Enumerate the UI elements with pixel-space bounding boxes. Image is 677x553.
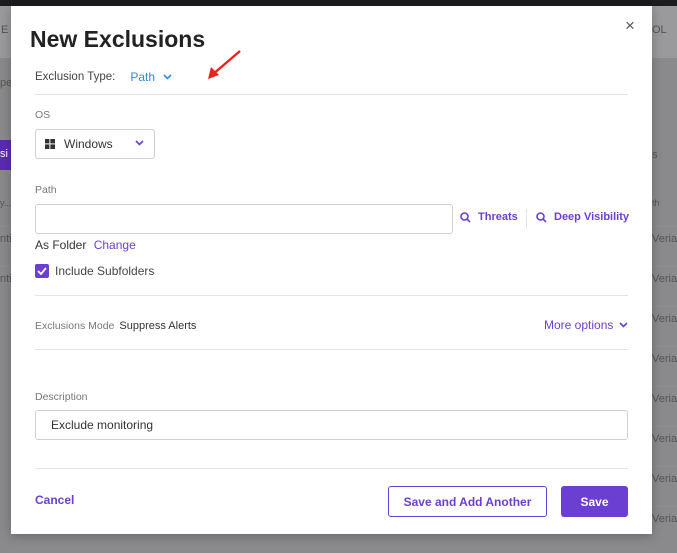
table-row: Veriat — [652, 346, 677, 386]
bg-header-left-text: E — [1, 24, 9, 36]
bg-action-button-label: si — [0, 148, 8, 160]
chevron-down-icon — [163, 72, 172, 83]
windows-icon — [45, 139, 55, 149]
table-row: nti — [0, 226, 12, 266]
path-label: Path — [35, 184, 57, 196]
os-label: OS — [35, 109, 51, 121]
as-folder-row: As Folder Change — [35, 238, 136, 252]
more-options-toggle[interactable]: More options — [544, 318, 628, 332]
table-row: Veriat — [652, 226, 677, 266]
bg-action-button: si — [0, 140, 11, 170]
exclusions-mode-label: Exclusions Mode — [35, 320, 115, 332]
table-row: Veriat — [652, 306, 677, 346]
deep-visibility-link[interactable]: Deep Visibility — [536, 211, 629, 223]
search-icon — [536, 211, 547, 223]
dialog-title: New Exclusions — [30, 26, 206, 52]
os-select[interactable]: Windows — [35, 129, 155, 159]
table-row: Veriat — [652, 466, 677, 506]
threats-link[interactable]: Threats — [460, 211, 518, 223]
os-value: Windows — [64, 137, 113, 151]
bg-right-text: s — [652, 149, 658, 161]
bg-table-header-left: y... — [0, 198, 12, 208]
bg-header-right-text: OL — [652, 24, 667, 36]
exclusion-type-row: Exclusion Type: Path — [35, 70, 172, 84]
search-icon — [460, 211, 471, 223]
divider — [35, 295, 628, 296]
exclusion-type-label: Exclusion Type: — [35, 71, 116, 83]
divider — [35, 349, 628, 350]
bg-table-header-right: th — [652, 198, 660, 208]
table-row: Veriat — [652, 426, 677, 466]
annotation-arrow-icon — [208, 50, 241, 79]
table-row: nti — [0, 266, 12, 306]
include-subfolders-row: Include Subfolders — [35, 264, 154, 278]
table-row: Veriat — [652, 506, 677, 546]
bg-table-left-rows: nti nti — [0, 226, 12, 306]
description-label: Description — [35, 391, 88, 403]
new-exclusions-dialog: × New Exclusions Exclusion Type: Path OS… — [11, 6, 652, 534]
description-value: Exclude monitoring — [51, 418, 154, 432]
close-icon[interactable]: × — [625, 17, 635, 35]
chevron-down-icon — [619, 320, 628, 331]
save-button[interactable]: Save — [561, 486, 628, 517]
include-subfolders-label: Include Subfolders — [55, 264, 155, 278]
exclusions-mode-row: Exclusions Mode Suppress Alerts — [35, 320, 196, 332]
table-row: Veriat — [652, 386, 677, 426]
description-input[interactable]: Exclude monitoring — [35, 410, 628, 440]
divider — [35, 468, 628, 469]
exclusions-mode-value: Suppress Alerts — [119, 320, 197, 332]
cancel-button[interactable]: Cancel — [35, 493, 74, 507]
change-link[interactable]: Change — [94, 238, 136, 252]
bg-table-right-rows: Veriat Veriat Veriat Veriat Veriat Veria… — [652, 226, 677, 546]
check-icon — [37, 267, 47, 275]
chevron-down-icon — [135, 138, 144, 149]
deep-visibility-link-label: Deep Visibility — [554, 211, 629, 223]
divider — [526, 209, 527, 229]
table-row: Veriat — [652, 266, 677, 306]
more-options-label: More options — [544, 318, 614, 332]
as-folder-text: As Folder — [35, 238, 87, 252]
divider — [35, 94, 628, 95]
save-and-add-another-button[interactable]: Save and Add Another — [388, 486, 547, 517]
exclusion-type-dropdown[interactable]: Path — [130, 70, 172, 84]
include-subfolders-checkbox[interactable] — [35, 264, 49, 278]
threats-link-label: Threats — [478, 211, 518, 223]
exclusion-type-value: Path — [130, 70, 156, 84]
path-input[interactable] — [35, 204, 453, 234]
